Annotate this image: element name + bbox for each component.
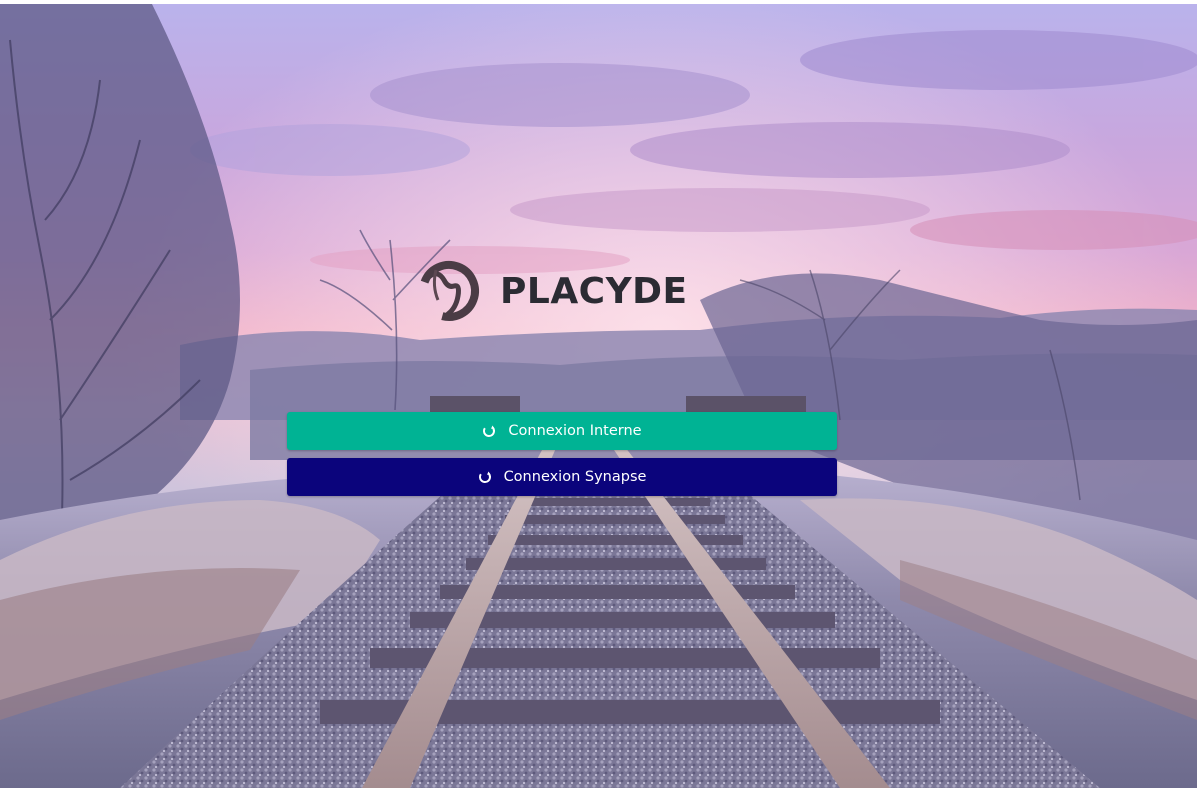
- refresh-icon: [483, 425, 496, 437]
- brand-header: PLACYDE: [414, 258, 688, 324]
- background-image: [0, 0, 1197, 788]
- top-border: [0, 0, 1197, 4]
- internal-login-label: Connexion Interne: [508, 423, 642, 439]
- login-page: PLACYDE Connexion Interne Connexion Syna…: [0, 0, 1197, 788]
- synapse-login-button[interactable]: Connexion Synapse: [287, 458, 837, 496]
- synapse-login-label: Connexion Synapse: [503, 469, 647, 485]
- brand-name: PLACYDE: [500, 270, 688, 312]
- placyde-logo-icon: [419, 261, 479, 321]
- internal-login-button[interactable]: Connexion Interne: [287, 412, 837, 450]
- refresh-icon: [478, 471, 491, 483]
